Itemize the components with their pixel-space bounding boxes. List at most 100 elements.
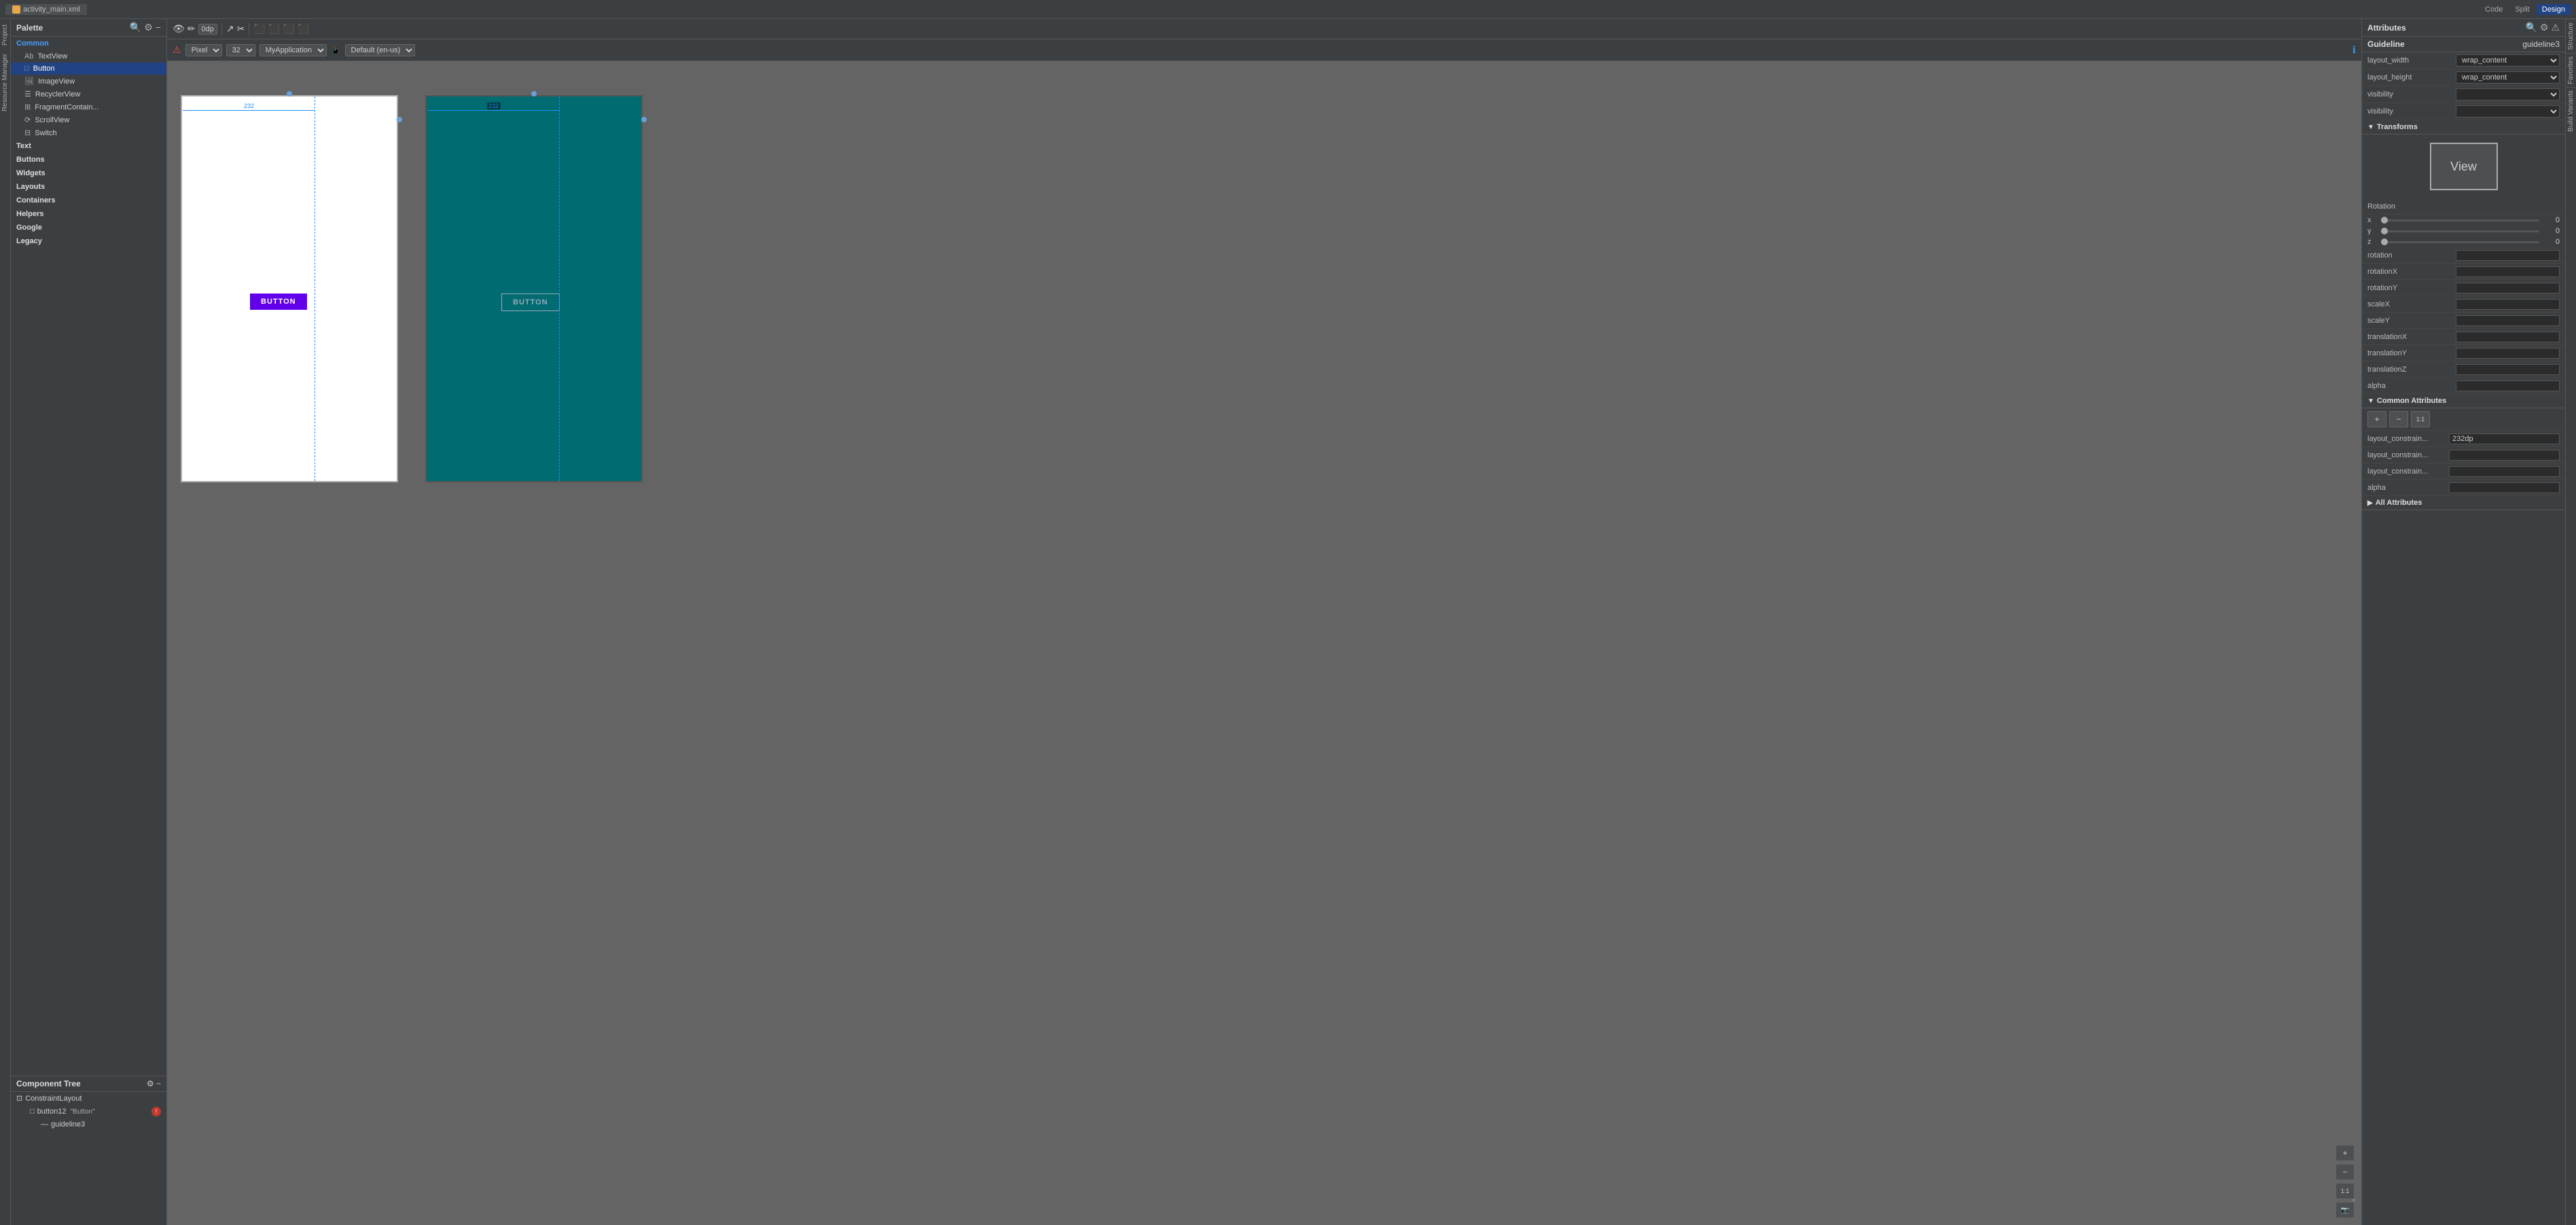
all-attributes-header[interactable]: ▶ All Attributes	[2362, 496, 2565, 510]
tree-item-guideline3[interactable]: — guideline3	[11, 1118, 166, 1131]
attr-alpha-value	[2456, 380, 2560, 391]
ratio-btn[interactable]: 1:1	[2411, 411, 2430, 427]
dp-dropdown[interactable]: 32	[226, 44, 255, 56]
align-icon4[interactable]: ⬛	[298, 23, 309, 35]
align-icon2[interactable]: ⬛	[268, 23, 280, 35]
file-tab[interactable]: activity_main.xml	[5, 4, 87, 15]
design-button-dark[interactable]: BUTTON	[501, 294, 560, 311]
scaleY-input[interactable]	[2456, 315, 2560, 326]
odp-btn[interactable]: 0dp	[198, 24, 217, 35]
design-button-light[interactable]: BUTTON	[250, 294, 307, 310]
rotation-input[interactable]	[2456, 250, 2560, 261]
imageview-icon: 🖼	[24, 77, 34, 86]
rotationX-input[interactable]	[2456, 266, 2560, 277]
scaleX-input[interactable]	[2456, 299, 2560, 310]
mode-tab-design[interactable]: Design	[2537, 4, 2571, 15]
tree-minimize-icon[interactable]: −	[156, 1079, 161, 1088]
sidebar-structure-tab[interactable]: Structure	[2566, 19, 2576, 53]
palette-item-switch[interactable]: ⊟ Switch	[11, 126, 166, 139]
attr-layout-height-label: layout_height	[2367, 73, 2456, 82]
camera-btn[interactable]: 📷	[2336, 1202, 2355, 1218]
rotation-y-slider[interactable]	[2381, 230, 2539, 232]
palette-item-imageview[interactable]: 🖼 ImageView	[11, 75, 166, 88]
constrain3-input[interactable]	[2449, 466, 2560, 477]
tree-item-constraintlayout[interactable]: ⊡ ConstraintLayout	[11, 1092, 166, 1105]
palette-item-textview[interactable]: Ab TextView	[11, 50, 166, 63]
rotation-x-label: x	[2367, 216, 2381, 224]
cat-buttons[interactable]: Buttons	[11, 153, 166, 166]
sidebar-project-label[interactable]: Project	[0, 22, 10, 48]
common-attr-constrain3-value	[2449, 466, 2560, 477]
attr-search-icon[interactable]: 🔍	[2525, 22, 2537, 33]
app-dropdown[interactable]: MyApplication	[260, 44, 327, 56]
visibility-select2[interactable]	[2456, 105, 2560, 118]
zoom-out-btn[interactable]: −	[2336, 1164, 2355, 1180]
cat-common[interactable]: Common	[11, 37, 166, 50]
all-attributes-title: All Attributes	[2376, 499, 2422, 507]
add-constraint-btn[interactable]: +	[2367, 411, 2386, 427]
attr-alpha-row: alpha	[2362, 378, 2565, 394]
palette-item-button[interactable]: □ Button	[11, 63, 166, 75]
palette-minimize-icon[interactable]: −	[156, 22, 161, 33]
magic-icon[interactable]: ↗	[226, 23, 234, 35]
guideline-info-row: Guideline guideline3	[2362, 37, 2565, 52]
rotationY-input[interactable]	[2456, 283, 2560, 294]
locale-dropdown[interactable]: Default (en-us)	[345, 44, 415, 56]
cat-legacy[interactable]: Legacy	[11, 234, 166, 248]
palette-recyclerview-label: RecyclerView	[35, 90, 80, 99]
attr-scaleY-value	[2456, 315, 2560, 326]
anchor-pin-right-light	[397, 117, 402, 122]
cat-widgets[interactable]: Widgets	[11, 166, 166, 180]
palette-settings-icon[interactable]: ⚙	[144, 22, 153, 33]
cat-google[interactable]: Google	[11, 221, 166, 234]
layout-height-select[interactable]: wrap_content match_parent	[2456, 71, 2560, 84]
palette-item-recyclerview[interactable]: ☰ RecyclerView	[11, 88, 166, 101]
cat-layouts[interactable]: Layouts	[11, 180, 166, 194]
translationZ-input[interactable]	[2456, 364, 2560, 375]
constrain1-input[interactable]: 232dp	[2449, 433, 2560, 444]
edit-icon[interactable]: ✏	[187, 23, 196, 35]
tree-settings-icon[interactable]: ⚙	[147, 1079, 154, 1088]
tree-item-button12[interactable]: □ button12 "Button" !	[11, 1105, 166, 1118]
cat-text[interactable]: Text	[11, 139, 166, 153]
palette-item-fragmentcontain[interactable]: ⊞ FragmentContain...	[11, 101, 166, 113]
translationY-input[interactable]	[2456, 348, 2560, 359]
pixel-dropdown[interactable]: Pixel	[185, 44, 222, 56]
attr-alpha-label: alpha	[2367, 382, 2456, 390]
palette-imageview-label: ImageView	[38, 77, 75, 86]
cat-helpers[interactable]: Helpers	[11, 207, 166, 221]
alpha-input[interactable]	[2456, 380, 2560, 391]
attr-settings-icon[interactable]: ⚙	[2540, 22, 2549, 33]
sidebar-favorites-tab[interactable]: Favorites	[2566, 53, 2576, 87]
cat-containers[interactable]: Containers	[11, 194, 166, 207]
rotation-z-slider[interactable]	[2381, 241, 2539, 243]
visibility-select1[interactable]: visible invisible gone	[2456, 88, 2560, 101]
constrain2-input[interactable]	[2449, 450, 2560, 461]
translationX-input[interactable]	[2456, 332, 2560, 342]
canvas-area[interactable]: 232 BUTTON 232 BUTTON	[167, 61, 2361, 1225]
rotation-x-row: x 0	[2362, 215, 2565, 226]
attr-rotationY-row: rotationY	[2362, 280, 2565, 296]
zoom-in-btn[interactable]: +	[2336, 1145, 2355, 1161]
palette-item-scrollview[interactable]: ⟳ ScrollView	[11, 113, 166, 126]
mode-tab-code[interactable]: Code	[2480, 4, 2508, 15]
palette-search-icon[interactable]: 🔍	[130, 22, 141, 33]
common-attributes-header[interactable]: ▼ Common Attributes	[2362, 394, 2565, 408]
align-icon3[interactable]: ⬛	[283, 23, 294, 35]
sidebar-resource-label[interactable]: Resource Manager	[0, 51, 10, 114]
attr-visibility-label2: visibility	[2367, 107, 2456, 116]
attr-visibility-value2	[2456, 105, 2560, 118]
rotation-x-slider[interactable]	[2381, 219, 2539, 221]
canvas-controls: + − 1:1 📷	[2336, 1145, 2355, 1218]
align-icon1[interactable]: ⬛	[253, 23, 265, 35]
layout-width-select[interactable]: wrap_content match_parent match_constrai…	[2456, 54, 2560, 67]
scissors-icon[interactable]: ✂	[237, 23, 245, 35]
fit-btn[interactable]: 1:1	[2336, 1183, 2355, 1199]
design-view-icon[interactable]: 👁	[173, 23, 185, 35]
sidebar-build-tab[interactable]: Build Variants	[2566, 87, 2576, 135]
remove-constraint-btn[interactable]: −	[2389, 411, 2408, 427]
alpha2-input[interactable]	[2449, 482, 2560, 493]
transforms-section-header[interactable]: ▼ Transforms	[2362, 120, 2565, 135]
mode-tab-split[interactable]: Split	[2509, 4, 2535, 15]
tree-header-icons: ⚙ −	[147, 1079, 161, 1088]
